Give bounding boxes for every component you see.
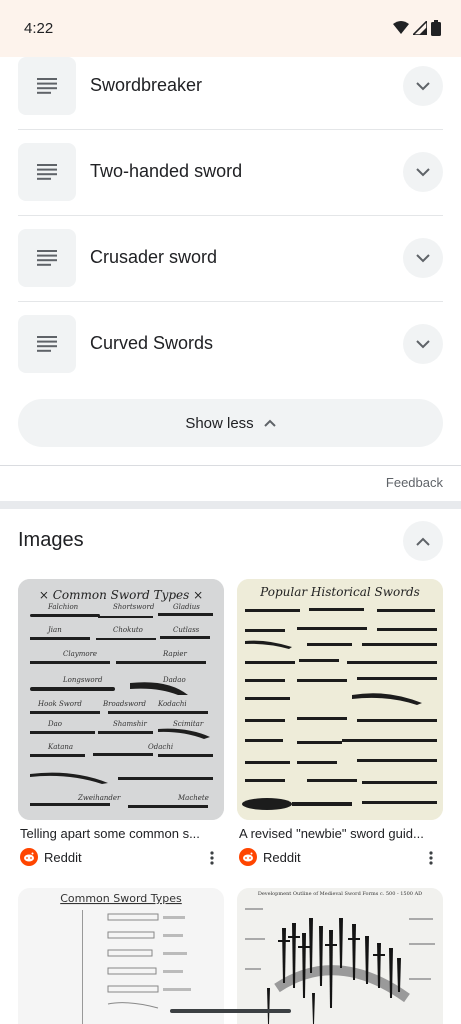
svg-text:Machete: Machete (177, 794, 209, 802)
related-item-label: Swordbreaker (90, 75, 203, 95)
related-item-two-handed-sword[interactable]: Two-handed sword (0, 129, 461, 215)
chevron-down-icon[interactable] (403, 324, 443, 364)
list-icon (18, 229, 76, 287)
image-result-caption[interactable]: A revised "newbie" sword guid... (239, 826, 445, 841)
sword-diagram-image: Development Outline of Medieval Sword Fo… (237, 888, 443, 1024)
svg-text:Kodachi: Kodachi (157, 700, 187, 708)
svg-text:Falchion: Falchion (47, 603, 79, 611)
poster-title: × Common Sword Types × (39, 588, 203, 602)
image-result-thumbnail[interactable]: Popular Historical Swords (237, 579, 443, 820)
sword-chart-image: Popular Historical Swords (237, 579, 443, 820)
signal-icon (413, 21, 427, 35)
related-item-crusader-sword[interactable]: Crusader sword (0, 215, 461, 301)
image-result-source[interactable]: Reddit (20, 848, 82, 866)
status-icons (393, 20, 441, 36)
image-result-thumbnail[interactable]: Development Outline of Medieval Sword Fo… (237, 888, 443, 1024)
chevron-down-icon[interactable] (403, 66, 443, 106)
svg-text:Scimitar: Scimitar (173, 720, 204, 728)
source-label: Reddit (44, 849, 82, 865)
poster-title: Popular Historical Swords (259, 585, 420, 599)
svg-text:Rapier: Rapier (162, 650, 187, 658)
divider (0, 465, 461, 466)
related-item-swordbreaker[interactable]: Swordbreaker (0, 43, 461, 129)
show-less-button[interactable]: Show less (18, 399, 443, 447)
source-label: Reddit (263, 849, 301, 865)
show-less-label: Show less (185, 414, 254, 432)
svg-text:Gladius: Gladius (173, 603, 200, 611)
chevron-down-icon[interactable] (403, 152, 443, 192)
related-item-curved-swords[interactable]: Curved Swords (0, 301, 461, 387)
svg-text:Hook Sword: Hook Sword (37, 700, 82, 708)
svg-text:Dao: Dao (47, 720, 62, 728)
chevron-up-icon (263, 419, 276, 427)
svg-text:Jian: Jian (46, 626, 62, 634)
section-separator (0, 501, 461, 509)
sword-chart-image: × Common Sword Types × Falchion Shortswor… (18, 579, 224, 820)
svg-text:Shortsword: Shortsword (113, 603, 155, 611)
chevron-up-icon[interactable] (403, 521, 443, 561)
svg-text:Shamshir: Shamshir (113, 720, 147, 728)
status-time: 4:22 (24, 20, 54, 37)
reddit-icon (20, 848, 38, 866)
list-icon (18, 143, 76, 201)
sword-diagram-image: Common Sword Types (18, 888, 224, 1024)
image-result-caption[interactable]: Telling apart some common s... (20, 826, 226, 841)
svg-text:Chokuto: Chokuto (113, 626, 143, 634)
svg-text:Broadsword: Broadsword (102, 700, 147, 708)
related-item-label: Two-handed sword (90, 161, 243, 181)
home-indicator[interactable] (170, 1009, 291, 1013)
poster-title: Development Outline of Medieval Sword Fo… (258, 891, 422, 897)
image-result-thumbnail[interactable]: Common Sword Types (18, 888, 224, 1024)
svg-text:Cutlass: Cutlass (173, 626, 200, 634)
list-icon (18, 57, 76, 115)
feedback-link[interactable]: Feedback (386, 475, 443, 490)
list-icon (18, 315, 76, 373)
reddit-icon (239, 848, 257, 866)
svg-text:Longsword: Longsword (62, 676, 103, 684)
svg-text:Zweihander: Zweihander (77, 794, 121, 802)
image-result-thumbnail[interactable]: × Common Sword Types × Falchion Shortswor… (18, 579, 224, 820)
related-item-label: Crusader sword (90, 247, 218, 267)
poster-title: Common Sword Types (60, 892, 182, 905)
battery-icon (431, 20, 441, 36)
related-item-label: Curved Swords (90, 333, 214, 353)
image-result-source[interactable]: Reddit (239, 848, 301, 866)
svg-text:Claymore: Claymore (63, 650, 97, 658)
svg-text:Katana: Katana (47, 743, 73, 751)
svg-text:Odachi: Odachi (148, 743, 173, 751)
more-options-icon[interactable] (421, 848, 441, 868)
wifi-icon (393, 21, 409, 34)
chevron-down-icon[interactable] (403, 238, 443, 278)
svg-text:Dadao: Dadao (162, 676, 186, 684)
images-section-title: Images (18, 529, 84, 551)
more-options-icon[interactable] (202, 848, 222, 868)
